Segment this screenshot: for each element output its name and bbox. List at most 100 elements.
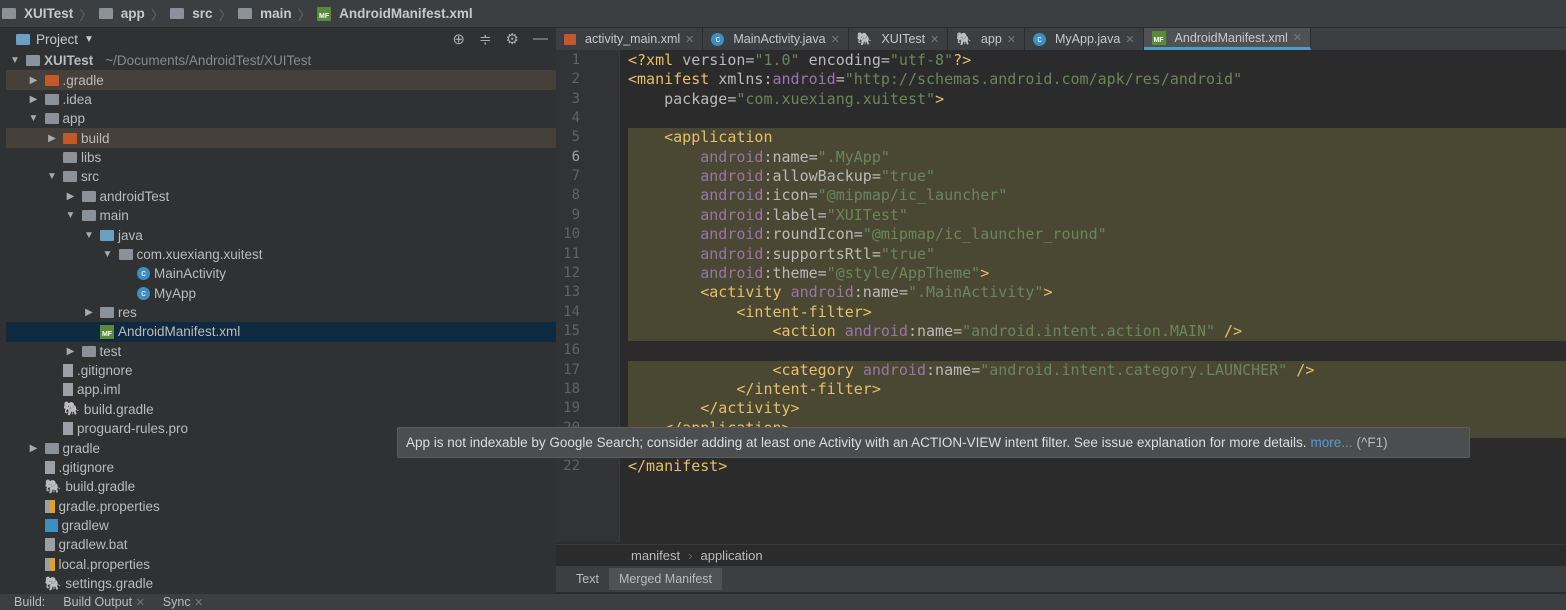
tooltip-more-link[interactable]: more...	[1310, 435, 1352, 450]
collapsed-arrow-icon[interactable]: ▶	[27, 94, 41, 105]
breadcrumb-label: XUITest	[24, 6, 74, 21]
tab-mainactivity-java[interactable]: c MainActivity.java ✕	[703, 28, 849, 50]
tree-item-label: main	[99, 208, 129, 224]
tree-item[interactable]: ▼ com.xuexiang.xuitest	[6, 245, 556, 264]
close-icon[interactable]: ✕	[136, 597, 145, 609]
expanded-arrow-icon[interactable]: ▼	[27, 113, 41, 124]
chevron-down-icon[interactable]: ▼	[84, 34, 94, 45]
collapsed-arrow-icon[interactable]: ▶	[64, 346, 78, 357]
tab-activity-main-xml[interactable]: activity_main.xml ✕	[556, 28, 704, 50]
expanded-arrow-icon[interactable]: ▼	[64, 210, 78, 221]
tab-label: Build Output	[63, 595, 133, 609]
expanded-arrow-icon[interactable]: ▼	[8, 55, 22, 66]
tree-item-label: app	[62, 111, 86, 127]
line-number: 22	[563, 458, 580, 475]
code-token: "true"	[880, 167, 936, 186]
tab-build-output[interactable]: Build Output ✕	[63, 595, 145, 609]
tab-text[interactable]: Text	[566, 568, 609, 590]
collapsed-arrow-icon[interactable]: ▶	[64, 191, 78, 202]
code-line: 14 <intent-filter>	[556, 302, 1566, 322]
code-token: =	[971, 360, 981, 379]
tree-item-label: MainActivity	[154, 266, 227, 282]
folder-icon	[44, 74, 59, 86]
breadcrumb-item[interactable]: app	[98, 6, 145, 21]
tree-item[interactable]: gradlew	[6, 516, 556, 535]
expanded-arrow-icon[interactable]: ▼	[101, 249, 115, 260]
collapsed-arrow-icon[interactable]: ▶	[27, 443, 41, 454]
close-icon[interactable]: ✕	[1007, 33, 1016, 46]
code-token: android	[628, 186, 764, 205]
tree-item[interactable]: ▼ src	[6, 167, 556, 186]
line-number: 1	[571, 52, 580, 68]
tree-item[interactable]: gradle.properties	[6, 497, 556, 516]
gear-icon[interactable]: ⚙	[506, 30, 519, 48]
locate-icon[interactable]: ⊕	[452, 30, 465, 48]
tree-item[interactable]: ▶ res	[6, 303, 556, 322]
tree-item[interactable]: c MyApp	[6, 283, 556, 302]
chevron-right-icon: ›	[688, 548, 693, 563]
tree-item[interactable]: c MainActivity	[6, 264, 556, 283]
tab-app[interactable]: 🐘 app ✕	[948, 28, 1025, 50]
close-icon[interactable]: ✕	[194, 597, 203, 609]
tree-item[interactable]: ▶ .gradle	[6, 70, 556, 90]
tree-item[interactable]: ▶ test	[6, 342, 556, 361]
tree-item[interactable]: 🐘 settings.gradle	[6, 574, 556, 593]
breadcrumb-item[interactable]: XUITest	[2, 6, 73, 21]
tree-item[interactable]: 🐘 build.gradle	[6, 477, 556, 496]
tree-item[interactable]: libs	[6, 148, 556, 167]
code-token: <action	[628, 321, 845, 340]
breadcrumb-item[interactable]: MF AndroidManifest.xml	[317, 6, 473, 21]
line-number: 9	[571, 206, 580, 223]
collapsed-arrow-icon[interactable]: ▶	[45, 133, 59, 144]
tree-item[interactable]: 🐘 build.gradle	[6, 400, 556, 419]
collapsed-arrow-icon[interactable]: ▶	[27, 75, 41, 86]
close-icon[interactable]: ✕	[1293, 31, 1302, 44]
tree-item[interactable]: .gitignore	[6, 458, 556, 477]
close-icon[interactable]: ✕	[685, 33, 694, 46]
collapse-icon[interactable]: ≑	[479, 30, 492, 48]
tab-androidmanifest-xml[interactable]: MF AndroidManifest.xml ✕	[1143, 28, 1311, 50]
collapsed-arrow-icon[interactable]: ▶	[82, 307, 96, 318]
editor-breadcrumb-application[interactable]: application	[700, 548, 762, 563]
close-icon[interactable]: ✕	[930, 33, 939, 46]
tree-item[interactable]: ▶ build	[6, 128, 556, 148]
tree-item[interactable]: local.properties	[6, 555, 556, 574]
expanded-arrow-icon[interactable]: ▼	[82, 230, 96, 241]
close-icon[interactable]: ✕	[1125, 33, 1134, 46]
tree-item[interactable]: ▶ .idea	[6, 90, 556, 109]
code-token: </manifest>	[628, 457, 728, 476]
tree-item[interactable]: ▼ XUITest ~/Documents/AndroidTest/XUITest	[6, 51, 556, 70]
project-view-selector[interactable]: Project	[36, 32, 78, 47]
package-icon	[118, 248, 133, 260]
tab-sync[interactable]: Sync ✕	[163, 595, 204, 609]
code-text: <application	[628, 128, 1566, 148]
manifest-file-icon: MF	[100, 324, 114, 339]
expanded-arrow-icon[interactable]: ▼	[45, 171, 59, 182]
tree-item[interactable]: ▶ androidTest	[6, 187, 556, 206]
code-token: :name	[907, 321, 954, 340]
tree-item[interactable]: gradlew.bat	[6, 535, 556, 554]
tree-item[interactable]: MF AndroidManifest.xml	[6, 322, 556, 342]
tree-item[interactable]: ▼ main	[6, 206, 556, 225]
folder-icon	[170, 8, 185, 19]
tab-xuitest[interactable]: 🐘 XUITest ✕	[849, 28, 949, 50]
editor-breadcrumb-manifest[interactable]: manifest	[631, 548, 680, 563]
properties-file-icon	[44, 557, 55, 571]
breadcrumb-item[interactable]: src	[170, 6, 213, 21]
tree-item[interactable]: ▼ java	[6, 225, 556, 244]
minimize-icon[interactable]: —	[533, 30, 548, 48]
code-token: =	[835, 70, 845, 89]
tab-myapp-java[interactable]: c MyApp.java ✕	[1025, 28, 1144, 50]
file-icon	[63, 383, 73, 397]
close-icon[interactable]: ✕	[831, 33, 840, 46]
tab-merged-manifest[interactable]: Merged Manifest	[608, 568, 723, 590]
tree-item[interactable]: app.iml	[6, 380, 556, 399]
tree-item[interactable]: ▼ app	[6, 109, 556, 128]
code-text: android:theme="@style/AppTheme">	[628, 263, 1566, 284]
code-token: =	[871, 244, 881, 263]
breadcrumb-item[interactable]: main	[238, 6, 292, 21]
manifest-view-tabs: Text Merged Manifest	[556, 566, 1566, 592]
tree-item[interactable]: .gitignore	[6, 361, 556, 380]
folder-icon	[63, 152, 77, 164]
code-line: 4	[556, 109, 1566, 128]
